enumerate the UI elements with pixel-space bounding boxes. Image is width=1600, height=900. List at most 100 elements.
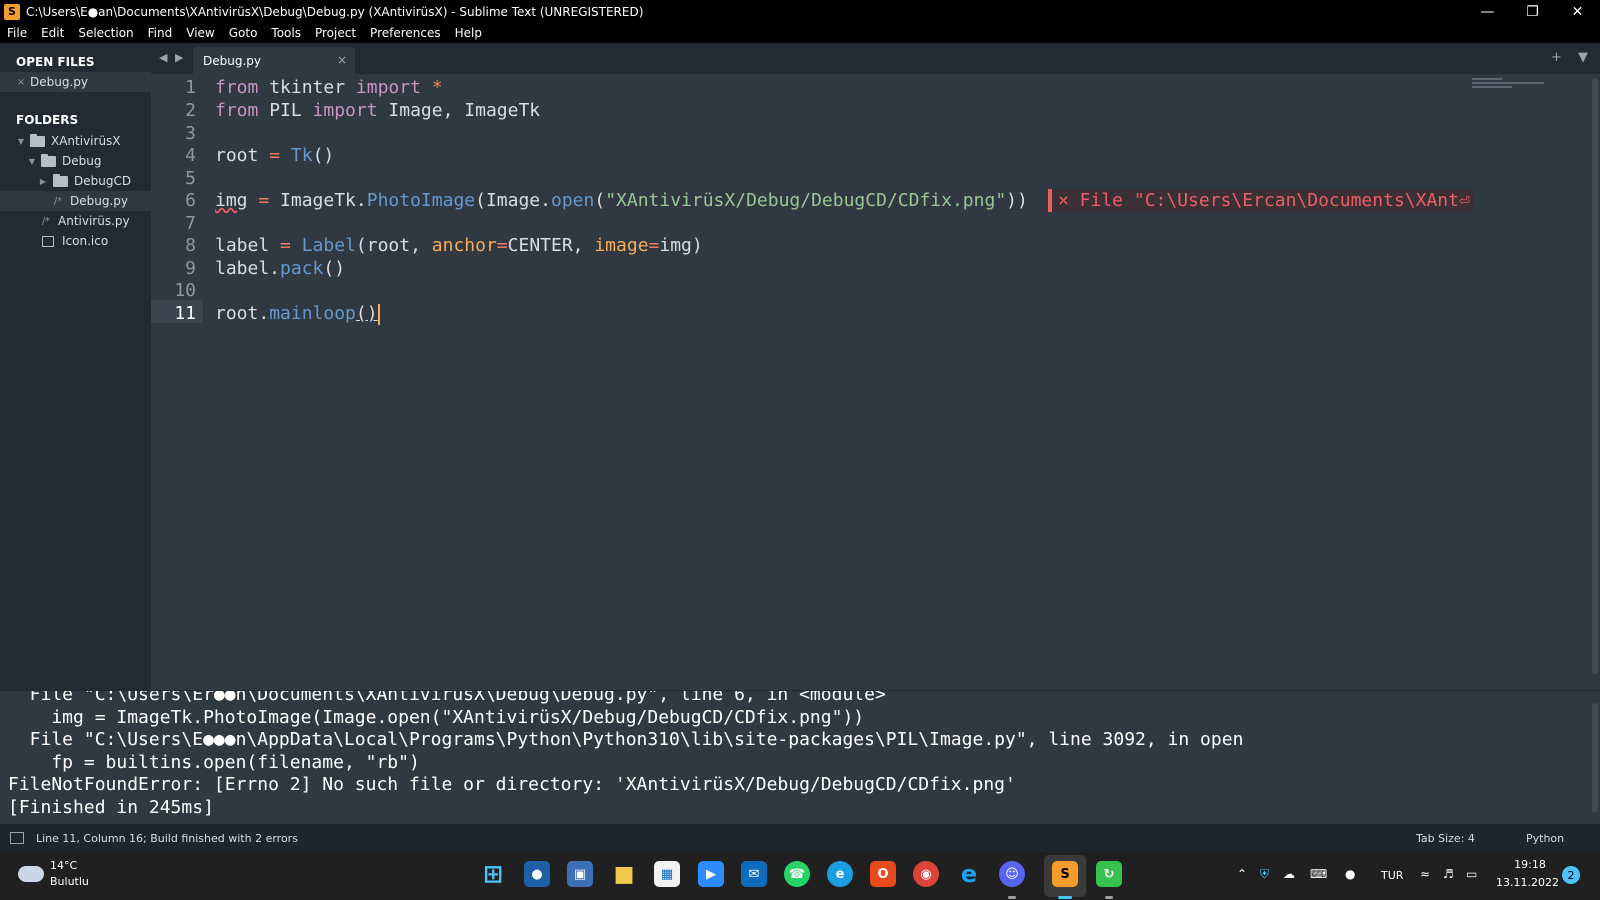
- microsoft-store-icon[interactable]: ▦: [654, 861, 680, 887]
- open-file-debug-py[interactable]: × Debug.py: [0, 72, 151, 92]
- cloud-icon[interactable]: [18, 866, 44, 882]
- whatsapp-icon[interactable]: ☎: [784, 861, 810, 887]
- build-output-panel[interactable]: File "C:\Users\Er●●n\Documents\XAntivirü…: [0, 690, 1600, 824]
- input-language[interactable]: TUR: [1381, 869, 1403, 882]
- windows-start-icon[interactable]: ⊞: [480, 860, 506, 888]
- tab-tools[interactable]: + ▼: [1551, 50, 1594, 65]
- code-token: (): [323, 258, 346, 279]
- close-button[interactable]: ✕: [1555, 0, 1600, 23]
- code-token: *: [431, 77, 443, 98]
- tree-folder-label: DebugCD: [74, 174, 132, 188]
- chrome-icon[interactable]: ◉: [913, 861, 939, 887]
- tab-close-icon[interactable]: ×: [337, 53, 347, 67]
- code-token: label.: [215, 258, 281, 279]
- folder-open-icon: [30, 133, 45, 147]
- weather-condition[interactable]: Bulutlu: [50, 875, 89, 888]
- expanded-caret-icon[interactable]: ▼: [16, 137, 26, 146]
- editor-scroll-thumb[interactable]: [1592, 78, 1598, 674]
- menu-goto[interactable]: Goto: [222, 26, 265, 40]
- menu-tools[interactable]: Tools: [264, 26, 308, 40]
- minimize-button[interactable]: —: [1465, 0, 1510, 23]
- sublime-text-taskbar-icon[interactable]: S: [1052, 861, 1078, 887]
- minimap[interactable]: [1472, 78, 1552, 98]
- status-message: Line 11, Column 16; Build finished with …: [36, 832, 298, 845]
- tree-folder-xantivirusx[interactable]: ▼ XAntivirüsX: [0, 131, 151, 151]
- weather-temperature[interactable]: 14°C: [50, 859, 77, 872]
- shield-icon[interactable]: ⛨: [1260, 867, 1269, 882]
- code-token: img): [659, 235, 703, 256]
- tab-debug-py[interactable]: Debug.py ×: [193, 47, 355, 74]
- folder-open-icon: [41, 153, 56, 167]
- code-token: open: [550, 190, 595, 211]
- code-token: PIL: [258, 100, 313, 121]
- line-number: 4: [185, 145, 196, 166]
- update-app-icon[interactable]: ↻: [1096, 861, 1122, 887]
- tree-folder-debug[interactable]: ▼ Debug: [0, 151, 151, 171]
- clock-date[interactable]: 13.11.2022: [1496, 876, 1559, 889]
- code-token: pack: [280, 258, 324, 279]
- output-line: img = ImageTk.PhotoImage(Image.open("XAn…: [8, 707, 865, 728]
- text-cursor: [377, 303, 380, 325]
- menu-project[interactable]: Project: [308, 26, 363, 40]
- restore-button[interactable]: ❐: [1510, 0, 1555, 23]
- file-explorer-icon[interactable]: ■: [611, 861, 637, 887]
- menu-file[interactable]: File: [0, 26, 34, 40]
- code-line-4: root = Tk(): [215, 144, 334, 167]
- tree-file-antivirus-py[interactable]: /* Antivirüs.py: [0, 211, 151, 231]
- editor-scrollbar[interactable]: [1590, 74, 1600, 690]
- menu-preferences[interactable]: Preferences: [363, 26, 448, 40]
- tab-nav-arrows[interactable]: ◀ ▶: [159, 51, 185, 64]
- tree-file-label: Icon.ico: [62, 234, 109, 248]
- tree-folder-debugcd[interactable]: ▶ DebugCD: [0, 171, 151, 191]
- line-number-current: 11: [174, 303, 196, 324]
- code-token: (): [355, 303, 378, 324]
- tab-size-selector[interactable]: Tab Size: 4: [1416, 832, 1475, 845]
- microphone-icon[interactable]: ●: [1345, 867, 1355, 881]
- syntax-selector[interactable]: Python: [1526, 832, 1564, 845]
- tray-overflow-chevron-icon[interactable]: ⌃: [1237, 867, 1247, 881]
- code-token: =: [648, 235, 660, 256]
- tree-file-debug-py[interactable]: /* Debug.py: [0, 191, 151, 211]
- code-line-9: label.pack(): [215, 257, 345, 280]
- tree-folder-label: XAntivirüsX: [51, 134, 121, 148]
- output-scroll-thumb[interactable]: [1592, 703, 1598, 813]
- wifi-icon[interactable]: ≈: [1420, 867, 1430, 881]
- menu-edit[interactable]: Edit: [34, 26, 71, 40]
- tree-file-icon-ico[interactable]: Icon.ico: [0, 231, 151, 251]
- collapsed-caret-icon[interactable]: ▶: [38, 177, 48, 186]
- close-file-icon[interactable]: ×: [16, 77, 26, 88]
- output-line: File "C:\Users\E●●●n\AppData\Local\Progr…: [8, 729, 1244, 750]
- sidebar: OPEN FILES × Debug.py FOLDERS ▼ XAntivir…: [0, 43, 151, 690]
- code-token: CENTER,: [507, 235, 595, 256]
- internet-explorer-icon[interactable]: e: [956, 860, 982, 888]
- tree-file-label: Debug.py: [70, 194, 128, 208]
- clock-time[interactable]: 19:18: [1500, 858, 1560, 871]
- edge-icon[interactable]: e: [827, 861, 853, 887]
- widgets-icon[interactable]: ●: [524, 861, 550, 887]
- onedrive-cloud-icon[interactable]: ☁: [1283, 867, 1295, 881]
- battery-icon[interactable]: ▭: [1466, 867, 1477, 881]
- code-token: root.: [215, 303, 270, 324]
- notification-badge[interactable]: 2: [1562, 866, 1580, 884]
- volume-icon[interactable]: ♬: [1443, 867, 1454, 881]
- control-panel-icon[interactable]: ▣: [567, 861, 593, 887]
- keyboard-icon[interactable]: ⌨: [1310, 867, 1327, 881]
- menu-view[interactable]: View: [179, 26, 221, 40]
- panel-toggle-icon[interactable]: [10, 832, 24, 844]
- line-number: 10: [174, 280, 196, 301]
- mail-icon[interactable]: ✉: [741, 861, 767, 887]
- error-phantom[interactable]: × File "C:\Users\Ercan\Documents\XAnt⏎: [1048, 189, 1474, 212]
- zoom-icon[interactable]: ▶: [698, 861, 724, 887]
- expanded-caret-icon[interactable]: ▼: [27, 157, 37, 166]
- menu-selection[interactable]: Selection: [71, 26, 140, 40]
- office-icon[interactable]: O: [870, 861, 896, 887]
- code-editor[interactable]: 1 2 3 4 5 6 7 8 9 10 11 from tkinter imp…: [151, 74, 1600, 690]
- menu-find[interactable]: Find: [141, 26, 180, 40]
- menu-bar: File Edit Selection Find View Goto Tools…: [0, 23, 1600, 43]
- code-token: =: [269, 145, 281, 166]
- code-token: (: [594, 190, 606, 211]
- menu-help[interactable]: Help: [448, 26, 489, 40]
- discord-icon[interactable]: ☺: [999, 861, 1025, 887]
